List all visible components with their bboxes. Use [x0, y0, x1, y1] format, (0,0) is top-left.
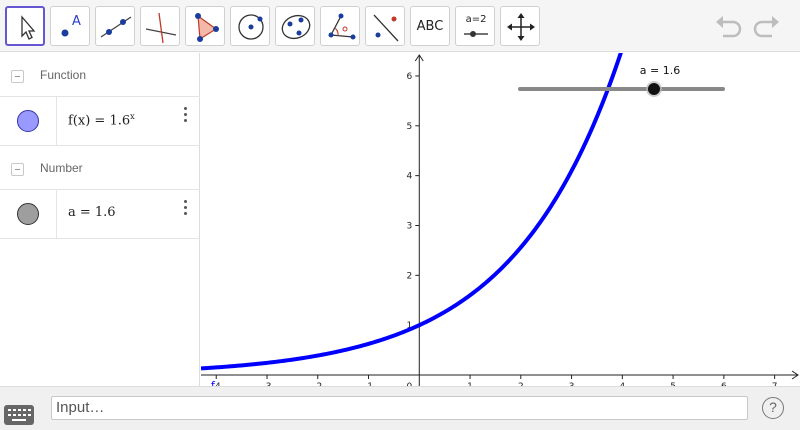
graph-canvas[interactable]: -4-3-2-112345671234560fa = 1.6 — [200, 46, 800, 392]
input-field[interactable]: Input… — [51, 396, 748, 420]
redo-icon — [753, 16, 779, 38]
move-tool-button[interactable] — [5, 6, 45, 46]
visibility-marble-icon[interactable] — [17, 203, 39, 225]
slider-label: a = 1.6 — [640, 64, 680, 77]
help-icon[interactable]: ? — [762, 397, 784, 419]
divider — [56, 97, 57, 145]
divider — [56, 190, 57, 238]
function-exponent: x — [130, 112, 135, 121]
more-menu-icon[interactable] — [183, 200, 188, 220]
slider-tool-button[interactable]: a=2 — [455, 6, 495, 46]
graphics-view[interactable]: -4-3-2-112345671234560fa = 1.6 — [200, 46, 800, 392]
angle-icon — [328, 13, 356, 40]
y-tick-label: 4 — [407, 172, 413, 182]
move-graphics-view-icon — [507, 13, 535, 41]
y-tick-label: 6 — [407, 72, 413, 82]
point-tool-label: A — [72, 14, 81, 29]
algebra-item-function[interactable]: f(x) = 1.6x — [0, 97, 200, 146]
text-tool-button[interactable]: ABC — [410, 6, 450, 46]
undo-button[interactable] — [713, 12, 743, 40]
perpendicular-line-icon — [145, 12, 177, 44]
function-definition[interactable]: f(x) = 1.6x — [68, 112, 135, 128]
collapse-icon[interactable] — [11, 163, 24, 176]
circle-tool-button[interactable] — [230, 6, 270, 46]
slider-icon — [464, 31, 488, 37]
angle-tool-button[interactable] — [320, 6, 360, 46]
move-arrow-icon — [21, 15, 36, 40]
line-icon — [100, 16, 132, 38]
redo-button[interactable] — [752, 12, 782, 40]
point-tool-button[interactable]: A — [50, 6, 90, 46]
circle-center-point-icon — [238, 14, 264, 40]
y-tick-label: 2 — [407, 271, 413, 281]
move-graphics-tool-button[interactable] — [500, 6, 540, 46]
algebra-view: Function f(x) = 1.6x Number a = 1.6 — [0, 53, 200, 386]
toolbar: A ABC a=2 — [0, 0, 800, 52]
slider-knob[interactable] — [647, 83, 660, 95]
more-menu-icon[interactable] — [183, 107, 188, 127]
visibility-marble-icon[interactable] — [17, 110, 39, 132]
polygon-tool-button[interactable] — [185, 6, 225, 46]
group-header-number[interactable]: Number — [0, 146, 200, 190]
line-tool-button[interactable] — [95, 6, 135, 46]
algebra-item-number[interactable]: a = 1.6 — [0, 190, 200, 239]
reflect-icon — [373, 14, 399, 42]
perpendicular-tool-button[interactable] — [140, 6, 180, 46]
reflect-tool-button[interactable] — [365, 6, 405, 46]
collapse-icon[interactable] — [11, 70, 24, 83]
group-label: Number — [40, 161, 83, 175]
undo-icon — [716, 16, 742, 38]
group-label: Function — [40, 68, 87, 82]
number-definition[interactable]: a = 1.6 — [68, 205, 116, 220]
polygon-icon — [195, 13, 219, 42]
y-tick-label: 3 — [407, 221, 413, 231]
y-tick-label: 5 — [407, 122, 413, 132]
conic-ellipse-icon — [281, 14, 311, 40]
geogebra-app: A ABC a=2 Function f(x) = 1.6x Number a … — [0, 0, 800, 430]
text-icon: ABC — [416, 18, 444, 34]
ellipse-tool-button[interactable] — [275, 6, 315, 46]
group-header-function[interactable]: Function — [0, 53, 200, 97]
point-icon — [61, 29, 69, 37]
function-text: f(x) = 1.6 — [68, 113, 131, 129]
keyboard-icon[interactable] — [4, 405, 34, 425]
input-bar: Input… ? — [0, 386, 800, 430]
